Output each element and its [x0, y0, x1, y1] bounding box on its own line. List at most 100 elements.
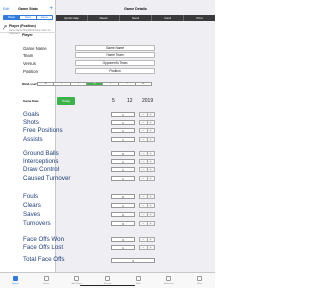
stat-value-field[interactable]: 1 — [111, 159, 135, 164]
stat-row-clears: Clears 1 − + — [22, 202, 159, 209]
versus-row: Versus Opponent's Team — [22, 60, 155, 66]
stat-stepper[interactable]: − + — [139, 120, 155, 125]
stat-value-field[interactable]: 1 — [111, 203, 135, 208]
date-day-picker[interactable]: 12 — [127, 98, 133, 104]
lacrosse-stick-icon — [2, 24, 7, 30]
right-navbar: Game Details — [56, 5, 215, 13]
stat-stepper[interactable]: − + — [139, 159, 155, 164]
minus-icon[interactable]: − — [140, 129, 148, 133]
stat-value-field[interactable]: 0 — [111, 221, 135, 226]
minus-icon[interactable]: − — [140, 246, 148, 250]
stat-value-field[interactable]: 1 — [111, 176, 135, 181]
today-button[interactable]: Today — [57, 97, 75, 105]
wlt-option-selected[interactable]: W — [86, 83, 104, 85]
plus-icon[interactable]: + — [148, 246, 155, 250]
tab-teams[interactable]: Teams — [31, 273, 62, 288]
plus-icon[interactable]: + — [148, 129, 155, 133]
tab-games[interactable]: Games — [0, 273, 31, 288]
stat-stepper[interactable]: − + — [139, 212, 155, 217]
stat-stepper[interactable]: − + — [139, 203, 155, 208]
stat-value-field[interactable]: 1 — [111, 137, 135, 142]
stat-value-field[interactable]: 1 — [111, 120, 135, 125]
minus-icon[interactable]: − — [140, 152, 148, 156]
wlt-option[interactable]: W — [38, 83, 55, 85]
tab-reference[interactable]: Reference — [154, 273, 185, 288]
stat-row-interceptions: Interceptions 1 − + — [22, 158, 159, 165]
reset-button[interactable]: Reset — [88, 15, 120, 21]
stat-stepper[interactable]: − + — [139, 167, 155, 172]
minus-icon[interactable]: − — [140, 195, 148, 199]
stat-value-field[interactable]: 0 — [111, 212, 135, 217]
minus-icon[interactable]: − — [140, 138, 148, 142]
stat-stepper[interactable]: − + — [139, 176, 155, 181]
minus-icon[interactable]: − — [140, 113, 148, 117]
team-field[interactable]: Home Team — [75, 52, 155, 58]
plus-icon[interactable]: + — [148, 152, 155, 156]
wlt-option[interactable]: T — [119, 83, 136, 85]
wlt-option[interactable]: W — [136, 83, 151, 85]
plus-icon[interactable]: + — [148, 121, 155, 125]
plus-icon[interactable]: + — [148, 160, 155, 164]
minus-icon[interactable]: − — [140, 168, 148, 172]
stat-label: Saves — [23, 211, 41, 218]
send-button[interactable]: Send — [120, 15, 152, 21]
list-item[interactable]: Player (Position) Game Name 5/12/2019 Ho… — [0, 22, 56, 35]
stat-row-shots: Shots 1 − + — [22, 119, 159, 126]
segment-team[interactable]: Team — [20, 16, 37, 19]
plus-icon[interactable]: + — [148, 113, 155, 117]
quick-help-button[interactable]: Quick Help — [56, 15, 88, 21]
versus-field[interactable]: Opponent's Team — [75, 60, 155, 66]
plus-icon[interactable]: + — [148, 222, 155, 226]
stat-label: Caused Turnover — [23, 175, 71, 182]
stat-value-field[interactable]: 1 — [111, 245, 135, 250]
plus-icon[interactable]: + — [148, 195, 155, 199]
minus-icon[interactable]: − — [140, 238, 148, 242]
wlt-option[interactable]: L — [54, 83, 71, 85]
stat-value-field[interactable]: 1 — [111, 128, 135, 133]
minus-icon[interactable]: − — [140, 204, 148, 208]
stat-value-field[interactable]: 3 — [111, 237, 135, 242]
print-button[interactable]: Print — [184, 15, 215, 21]
minus-icon[interactable]: − — [140, 177, 148, 181]
segment-player[interactable]: Player — [4, 16, 21, 19]
add-player-icon — [74, 276, 80, 281]
stat-row-ground-balls: Ground Balls 0 − + — [22, 150, 159, 157]
date-month-picker[interactable]: 5 — [112, 98, 115, 104]
plus-icon[interactable]: + — [148, 168, 155, 172]
stat-value-field[interactable]: 0 — [111, 151, 135, 156]
stat-value-field[interactable]: 0 — [111, 194, 135, 199]
wlt-option[interactable]: T — [71, 83, 87, 85]
plus-icon[interactable]: + — [148, 238, 155, 242]
stat-stepper[interactable]: − + — [139, 151, 155, 156]
stat-row-draw-control: Draw Control 1 − + — [22, 166, 159, 173]
stat-label: Shots — [23, 119, 39, 126]
minus-icon[interactable]: − — [140, 121, 148, 125]
wlt-option[interactable]: L — [103, 83, 120, 85]
stat-stepper[interactable]: − + — [139, 128, 155, 133]
player-name: Player (Position) — [9, 24, 36, 28]
plus-icon[interactable]: + — [148, 138, 155, 142]
stat-value-field[interactable]: 1 — [111, 167, 135, 172]
minus-icon[interactable]: − — [140, 222, 148, 226]
date-year-picker[interactable]: 2019 — [142, 98, 153, 104]
minus-icon[interactable]: − — [140, 213, 148, 217]
stat-stepper[interactable]: − + — [139, 237, 155, 242]
add-button[interactable]: + — [49, 6, 53, 12]
stat-stepper[interactable]: − + — [139, 112, 155, 117]
stat-stepper[interactable]: − + — [139, 245, 155, 250]
plus-icon[interactable]: + — [148, 204, 155, 208]
game-name-field[interactable]: Game Name — [75, 45, 155, 51]
stat-value-field[interactable]: 1 — [111, 112, 135, 117]
tab-more[interactable]: More — [184, 273, 215, 288]
stat-row-turnovers: Turnovers 0 − + — [22, 220, 159, 227]
stat-stepper[interactable]: − + — [139, 137, 155, 142]
position-label: Position — [23, 68, 38, 74]
segment-game[interactable]: Game — [37, 16, 52, 19]
position-field[interactable]: Position — [75, 68, 155, 74]
plus-icon[interactable]: + — [148, 213, 155, 217]
card-button[interactable]: Card — [152, 15, 184, 21]
minus-icon[interactable]: − — [140, 160, 148, 164]
stat-stepper[interactable]: − + — [139, 194, 155, 199]
stat-stepper[interactable]: − + — [139, 221, 155, 226]
plus-icon[interactable]: + — [148, 177, 155, 181]
